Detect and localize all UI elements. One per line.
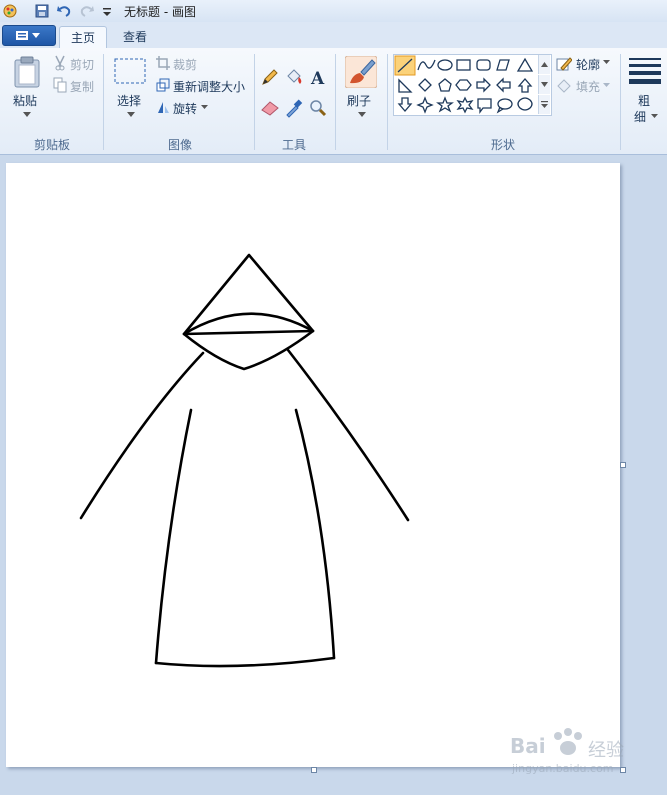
size-label-thick[interactable]: 粗: [638, 92, 650, 109]
brushes-dropdown-icon[interactable]: [358, 112, 366, 117]
resize-handle-right[interactable]: [620, 462, 626, 468]
paint-app-icon[interactable]: [2, 3, 18, 19]
save-icon[interactable]: [34, 3, 50, 19]
fill-bucket-icon[interactable]: [284, 67, 304, 87]
watermark: Bai 经验 jingyan.baidu.com: [508, 722, 638, 782]
cut-button[interactable]: 剪切: [70, 56, 94, 73]
undo-icon[interactable]: [56, 3, 72, 19]
size-label-thin[interactable]: 细: [634, 108, 646, 125]
shapes-group-label: 形状: [490, 138, 515, 152]
shapes-gallery: [393, 54, 552, 116]
rotate-dropdown-icon[interactable]: [201, 105, 208, 109]
menu-icon: [16, 31, 40, 40]
drawing-canvas[interactable]: [6, 163, 620, 767]
pencil-icon[interactable]: [260, 67, 280, 87]
size-dropdown-icon[interactable]: [651, 114, 658, 118]
magnifier-icon[interactable]: [308, 98, 328, 118]
window-title: 无标题 - 画图: [124, 5, 196, 19]
customize-toolbar-icon[interactable]: [99, 3, 115, 19]
outline-icon: [556, 57, 572, 71]
right-sleeve: [286, 348, 410, 522]
paste-dropdown-icon[interactable]: [23, 112, 31, 117]
crop-button[interactable]: 裁剪: [173, 56, 197, 73]
fill-icon: [557, 79, 571, 93]
resize-handle-bottom[interactable]: [311, 767, 317, 773]
group-separator: [254, 54, 255, 150]
robe-left-edge: [154, 408, 193, 665]
color-picker-icon[interactable]: [284, 98, 304, 118]
paste-button[interactable]: 粘贴: [13, 92, 37, 109]
select-dropdown-icon[interactable]: [127, 112, 135, 117]
select-icon[interactable]: [114, 58, 146, 84]
cloak-drawing: [79, 253, 410, 668]
ribbon-tab-row: 主页 查看: [0, 22, 667, 49]
robe-hem: [154, 656, 336, 668]
scroll-down-icon: [541, 82, 548, 87]
tab-view[interactable]: 查看: [113, 26, 157, 48]
hood-face: [182, 329, 315, 371]
resize-button[interactable]: 重新调整大小: [173, 78, 245, 95]
watermark-brand-suffix: 经验: [588, 740, 624, 761]
shapes-grid: [394, 55, 534, 114]
title-bar: 无标题 - 画图: [0, 0, 667, 23]
clipboard-group-label: 剪贴板: [33, 138, 70, 152]
image-group-label: 图像: [167, 138, 192, 152]
rotate-icon: [158, 102, 169, 113]
group-separator: [335, 54, 336, 150]
ribbon: 粘贴 剪切 复制 剪贴板 选择 裁剪 重新调整大小 旋转 图像 A 工具 刷子 …: [0, 48, 667, 155]
scroll-up-icon: [541, 62, 548, 67]
brushes-button[interactable]: 刷子: [347, 92, 371, 109]
tab-home[interactable]: 主页: [59, 26, 107, 49]
copy-icon: [53, 77, 67, 93]
outline-button[interactable]: 轮廓: [576, 56, 600, 73]
brush-icon[interactable]: [345, 56, 377, 88]
copy-button[interactable]: 复制: [70, 78, 94, 95]
text-tool-icon[interactable]: A: [308, 67, 328, 87]
paste-icon[interactable]: [13, 56, 41, 88]
shapes-scroll-down[interactable]: [538, 75, 550, 94]
crop-icon: [156, 56, 170, 70]
group-separator: [620, 54, 621, 150]
watermark-url: jingyan.baidu.com: [512, 762, 614, 775]
shapes-expand-button[interactable]: [538, 95, 550, 114]
scissors-icon: [55, 55, 65, 71]
resize-icon: [156, 78, 170, 92]
paint-menu-button[interactable]: [2, 25, 56, 46]
redo-icon[interactable]: [79, 3, 95, 19]
rotate-button[interactable]: 旋转: [173, 100, 197, 117]
line-size-icon[interactable]: [629, 56, 661, 84]
group-separator: [387, 54, 388, 150]
tools-group-label: 工具: [281, 138, 306, 152]
eraser-icon[interactable]: [260, 98, 280, 118]
watermark-brand: Bai: [510, 734, 546, 758]
shapes-scroll-up[interactable]: [538, 55, 550, 74]
svg-text:A: A: [310, 69, 325, 87]
fill-dropdown-icon[interactable]: [603, 83, 610, 87]
expand-icon: [541, 101, 548, 108]
fill-button[interactable]: 填充: [576, 78, 600, 95]
select-button[interactable]: 选择: [117, 92, 141, 109]
robe-right-edge: [294, 408, 336, 660]
group-separator: [103, 54, 104, 150]
outline-dropdown-icon[interactable]: [603, 60, 610, 64]
